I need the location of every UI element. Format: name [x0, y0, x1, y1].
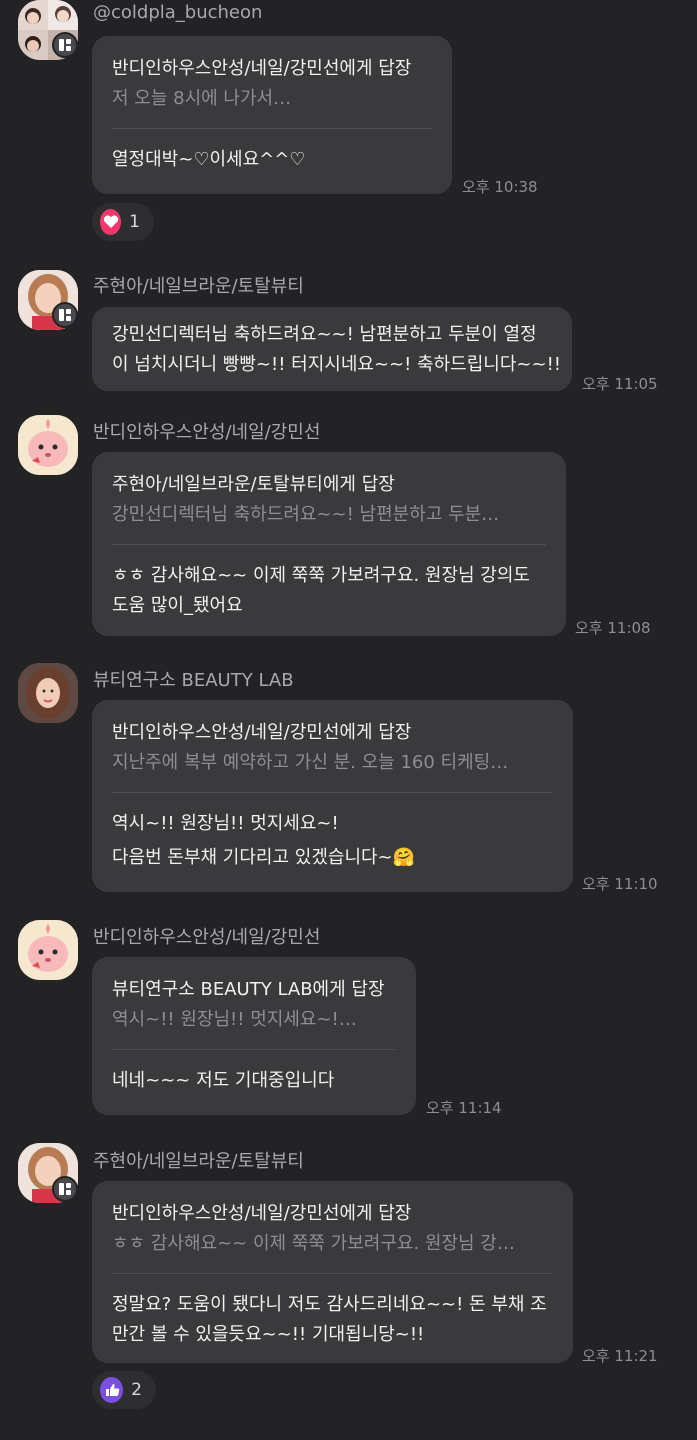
message-text: 정말요? 도움이 됐다니 저도 감사드리네요~~! 돈 부채 조: [112, 1294, 547, 1315]
sender-name[interactable]: 주현아/네일브라운/토탈뷰티: [93, 272, 304, 298]
message-text: 열정대박~♡이세요^^♡: [112, 149, 306, 170]
message-text: ㅎㅎ 감사해요~~ 이제 쭉쭉 가보려구요. 원장님 강의도: [112, 565, 530, 586]
message-bubble[interactable]: 뷰티연구소 BEAUTY LAB에게 답장 역시~!! 원장님!! 멋지세요~!…: [92, 957, 416, 1115]
reply-header: 반디인하우스안성/네일/강민선에게 답장: [112, 58, 412, 79]
reply-quote[interactable]: 강민선디렉터님 축하드려요~~! 남편분하고 두분…: [112, 500, 546, 530]
reply-header: 반디인하우스안성/네일/강민선에게 답장: [112, 1203, 412, 1224]
message-text: 네네~~~ 저도 기대중입니다: [112, 1070, 335, 1091]
heart-icon: [100, 209, 122, 235]
sender-name[interactable]: @coldpla_bucheon: [93, 2, 262, 23]
reply-quote[interactable]: 지난주에 복부 예약하고 가신 분. 오늘 160 티케팅…: [112, 748, 553, 778]
message-bubble[interactable]: 반디인하우스안성/네일/강민선에게 답장 지난주에 복부 예약하고 가신 분. …: [92, 700, 573, 892]
profile-badge-icon: [52, 1176, 78, 1202]
reply-quote[interactable]: 저 오늘 8시에 나가서…: [112, 84, 432, 114]
reply-quote[interactable]: ㅎㅎ 감사해요~~ 이제 쭉쭉 가보려구요. 원장님 강…: [112, 1229, 553, 1259]
message-bubble[interactable]: 반디인하우스안성/네일/강민선에게 답장 저 오늘 8시에 나가서… 열정대박~…: [92, 36, 452, 194]
avatar[interactable]: [18, 415, 78, 475]
sender-name[interactable]: 뷰티연구소 BEAUTY LAB: [93, 666, 294, 692]
divider: [112, 792, 553, 793]
reaction-count: 2: [131, 1380, 142, 1400]
message-text: 다음번 돈부채 기다리고 있겠습니다~🤗: [112, 847, 416, 868]
message-bubble[interactable]: 주현아/네일브라운/토탈뷰티에게 답장 강민선디렉터님 축하드려요~~! 남편분…: [92, 452, 566, 636]
profile-badge-icon: [52, 302, 78, 328]
thumbs-up-icon: [100, 1377, 124, 1403]
timestamp: 오후 10:38: [462, 178, 538, 196]
reply-header: 뷰티연구소 BEAUTY LAB에게 답장: [112, 979, 385, 1000]
message-bubble[interactable]: 강민선디렉터님 축하드려요~~! 남편분하고 두분이 열정 이 넘치시더니 빵빵…: [92, 307, 572, 391]
sender-name[interactable]: 반디인하우스안성/네일/강민선: [93, 418, 320, 444]
reaction-count: 1: [129, 212, 140, 232]
divider: [112, 1273, 553, 1274]
timestamp: 오후 11:14: [426, 1099, 502, 1117]
divider: [112, 1049, 396, 1050]
sender-name[interactable]: 반디인하우스안성/네일/강민선: [93, 923, 320, 949]
reaction-badge[interactable]: 1: [92, 203, 154, 241]
reply-header: 주현아/네일브라운/토탈뷰티에게 답장: [112, 474, 395, 495]
profile-badge-icon: [52, 32, 78, 58]
reply-quote[interactable]: 역시~!! 원장님!! 멋지세요~!…: [112, 1005, 396, 1035]
peach-character-icon: [18, 415, 78, 475]
divider: [112, 544, 546, 545]
divider: [112, 128, 432, 129]
sender-name[interactable]: 주현아/네일브라운/토탈뷰티: [93, 1147, 304, 1173]
avatar[interactable]: [18, 920, 78, 980]
reply-header: 반디인하우스안성/네일/강민선에게 답장: [112, 722, 412, 743]
timestamp: 오후 11:08: [575, 619, 651, 637]
avatar[interactable]: [18, 663, 78, 723]
reaction-badge[interactable]: 2: [92, 1371, 156, 1409]
message-text: 도움 많이_됐어요: [112, 595, 243, 616]
message-bubble[interactable]: 반디인하우스안성/네일/강민선에게 답장 ㅎㅎ 감사해요~~ 이제 쭉쭉 가보려…: [92, 1181, 573, 1363]
timestamp: 오후 11:05: [582, 375, 658, 393]
message-text: 만간 볼 수 있을듯요~~!! 기대됩니당~!!: [112, 1324, 425, 1345]
timestamp: 오후 11:10: [582, 875, 658, 893]
timestamp: 오후 11:21: [582, 1347, 658, 1365]
peach-character-icon: [18, 920, 78, 980]
message-text: 역시~!! 원장님!! 멋지세요~!: [112, 813, 339, 834]
message-text: 이 넘치시더니 빵빵~!! 터지시네요~~! 축하드립니다~~!!: [112, 354, 562, 375]
message-text: 강민선디렉터님 축하드려요~~! 남편분하고 두분이 열정: [112, 324, 537, 345]
avatar-photo-icon: [18, 663, 78, 723]
